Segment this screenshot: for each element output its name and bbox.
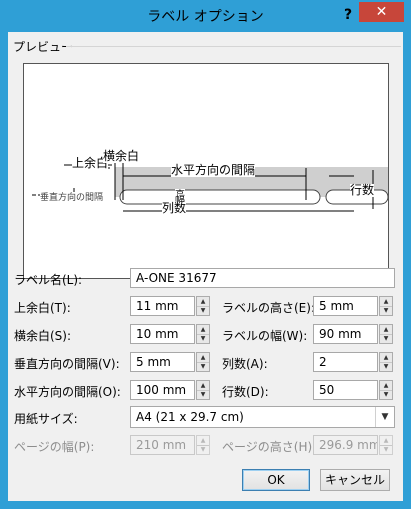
spin-down-icon[interactable]: ▼ — [380, 306, 392, 315]
columns-field[interactable]: 2 — [313, 352, 378, 372]
page-height-field: 296.9 mm — [313, 435, 378, 455]
horizontal-pitch-field[interactable]: 100 mm — [130, 380, 195, 400]
rows-field[interactable]: 50 — [313, 380, 378, 400]
top-margin-stepper[interactable]: ▲ ▼ — [196, 296, 210, 316]
spin-down-icon[interactable]: ▼ — [380, 390, 392, 399]
spin-down-icon[interactable]: ▼ — [197, 334, 209, 343]
label-shape-1 — [119, 189, 321, 205]
vertical-pitch-label: 垂直方向の間隔(V): — [14, 357, 120, 371]
label-name-label: ラベル名(L): — [14, 273, 83, 287]
rows-label: 行数(D): — [222, 385, 269, 399]
section-divider — [66, 46, 401, 47]
dialog-content: プレビュー 上余白 横余白 水平方向の間隔 行数 幅 列数 垂直方向の間隔 ラベ… — [8, 32, 403, 501]
help-button[interactable]: ? — [338, 4, 358, 26]
side-margin-stepper[interactable]: ▲ ▼ — [196, 324, 210, 344]
label-width-stepper[interactable]: ▲ ▼ — [379, 324, 393, 344]
spin-down-icon: ▼ — [383, 446, 389, 453]
rows-stepper[interactable]: ▲ ▼ — [379, 380, 393, 400]
horizontal-pitch-stepper[interactable]: ▲ ▼ — [196, 380, 210, 400]
page-size-select[interactable]: A4 (21 x 29.7 cm) ▼ — [130, 406, 395, 428]
title-bar[interactable]: ラベル オプション ? ✕ — [1, 1, 410, 32]
preview-vertical-pitch-text: 垂直方向の間隔 — [40, 192, 104, 205]
page-height-stepper: ▲ ▼ — [379, 435, 393, 455]
preview-section-label: プレビュー — [13, 40, 74, 54]
page-size-label: 用紙サイズ: — [14, 412, 78, 426]
chevron-down-icon[interactable]: ▼ — [375, 407, 394, 427]
label-name-field[interactable]: A-ONE 31677 — [130, 268, 395, 288]
side-margin-label: 横余白(S): — [14, 329, 72, 343]
cancel-button[interactable]: キャンセル — [320, 469, 390, 491]
page-width-stepper: ▲ ▼ — [196, 435, 210, 455]
label-height-stepper[interactable]: ▲ ▼ — [379, 296, 393, 316]
vertical-pitch-stepper[interactable]: ▲ ▼ — [196, 352, 210, 372]
columns-stepper[interactable]: ▲ ▼ — [379, 352, 393, 372]
horizontal-pitch-label: 水平方向の間隔(O): — [14, 385, 121, 399]
columns-label: 列数(A): — [222, 357, 268, 371]
top-margin-label: 上余白(T): — [14, 301, 71, 315]
label-preview: 上余白 横余白 水平方向の間隔 行数 高 幅 列数 垂直方向の間隔 — [23, 63, 389, 279]
label-options-dialog: ラベル オプション ? ✕ プレビュー 上余白 横余白 水平方向の間隔 行数 幅… — [0, 0, 411, 509]
page-height-label: ページの高さ(H): — [222, 440, 317, 454]
label-height-label: ラベルの高さ(E): — [222, 301, 315, 315]
ok-button[interactable]: OK — [242, 469, 310, 491]
vertical-pitch-field[interactable]: 5 mm — [130, 352, 195, 372]
page-width-field: 210 mm — [130, 435, 195, 455]
label-width-label: ラベルの幅(W): — [222, 329, 308, 343]
spin-down-icon[interactable]: ▼ — [197, 306, 209, 315]
label-width-field[interactable]: 90 mm — [313, 324, 378, 344]
spin-down-icon[interactable]: ▼ — [380, 334, 392, 343]
top-margin-field[interactable]: 11 mm — [130, 296, 195, 316]
spin-down-icon: ▼ — [200, 446, 206, 453]
spin-down-icon[interactable]: ▼ — [197, 390, 209, 399]
side-margin-field[interactable]: 10 mm — [130, 324, 195, 344]
preview-horizontal-pitch-text: 水平方向の間隔 — [171, 163, 256, 177]
spin-down-icon[interactable]: ▼ — [197, 362, 209, 371]
preview-rows-text: 行数 — [350, 183, 375, 197]
page-width-label: ページの幅(P): — [14, 440, 95, 454]
preview-columns-text: 列数 — [162, 201, 187, 215]
page-size-value: A4 (21 x 29.7 cm) — [136, 410, 244, 424]
spin-down-icon[interactable]: ▼ — [380, 362, 392, 371]
label-height-field[interactable]: 5 mm — [313, 296, 378, 316]
close-button[interactable]: ✕ — [359, 2, 404, 22]
preview-side-margin-text: 横余白 — [103, 149, 140, 163]
